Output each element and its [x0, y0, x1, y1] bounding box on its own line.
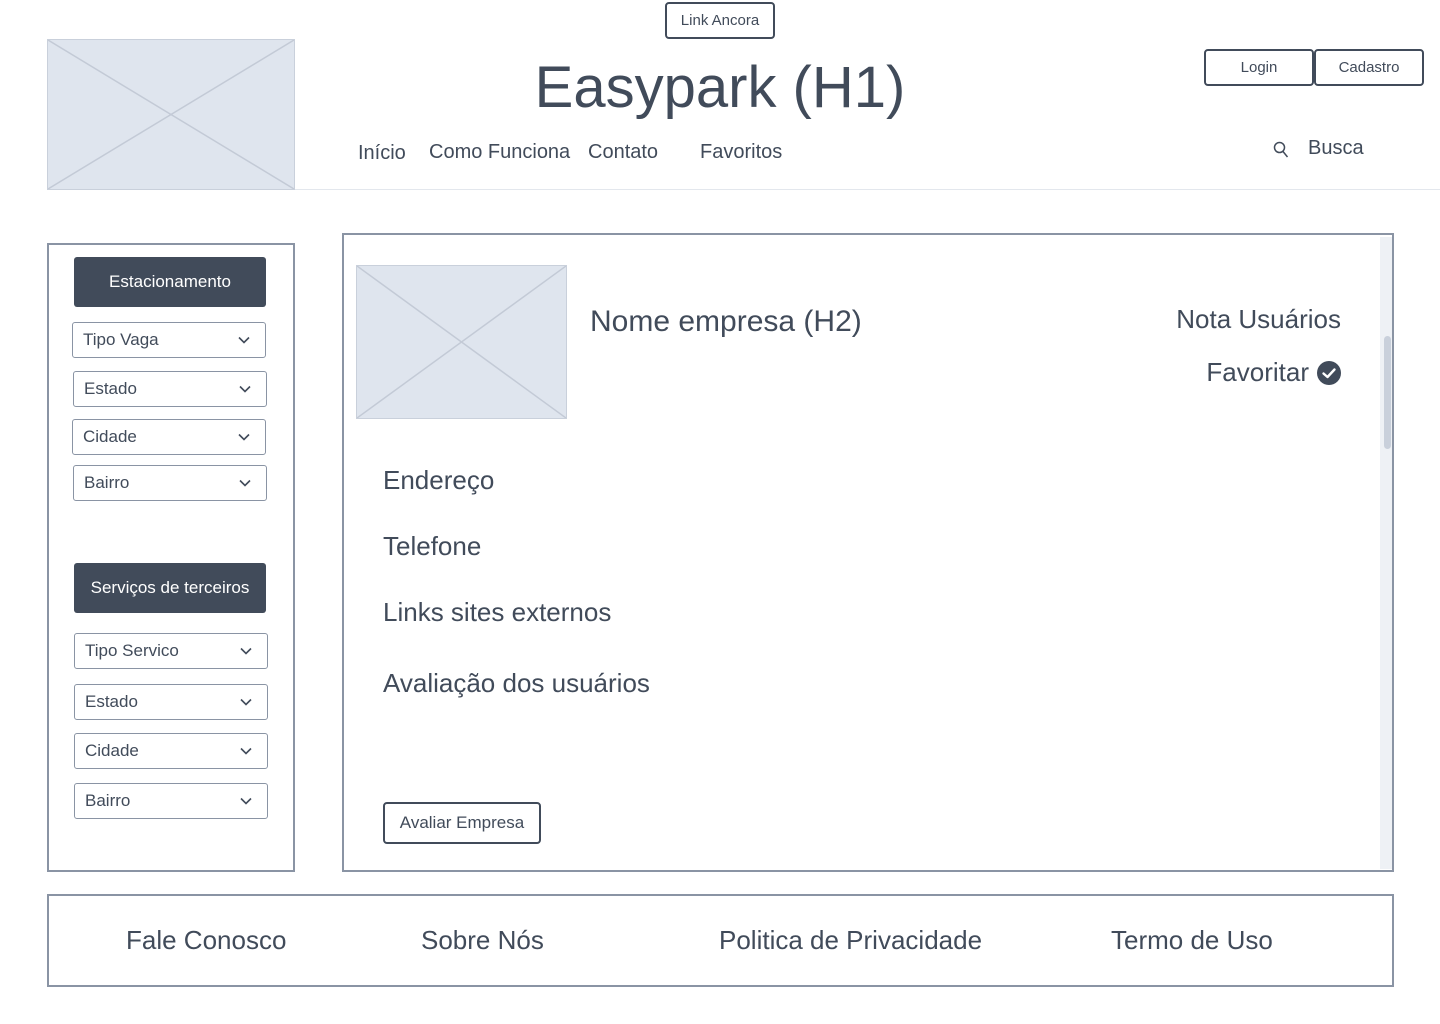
footer-link-privacy[interactable]: Politica de Privacidade: [719, 925, 982, 956]
select-value: Cidade: [85, 741, 139, 760]
chevron-down-icon: [240, 647, 252, 655]
service-state-select[interactable]: Estado: [74, 684, 268, 720]
footer-link-terms[interactable]: Termo de Uso: [1111, 925, 1273, 956]
anchor-link-button[interactable]: Link Ancora: [665, 2, 775, 39]
user-rating-label: Nota Usuários: [1176, 304, 1341, 334]
phone-label: Telefone: [383, 531, 482, 561]
page-title: Easypark (H1): [534, 55, 906, 120]
logo-image-placeholder: [47, 39, 295, 190]
select-value: Bairro: [85, 791, 131, 810]
footer-link-about[interactable]: Sobre Nós: [421, 925, 544, 956]
chevron-down-icon: [238, 336, 250, 344]
rate-company-button[interactable]: Avaliar Empresa: [383, 802, 541, 844]
chevron-down-icon: [240, 747, 252, 755]
select-value: Tipo Vaga: [83, 330, 159, 349]
service-neighborhood-select[interactable]: Bairro: [74, 783, 268, 819]
search-icon[interactable]: [1273, 141, 1289, 159]
favorite-toggle[interactable]: Favoritar: [1206, 357, 1341, 388]
company-name-heading: Nome empresa (H2): [590, 305, 862, 338]
parking-neighborhood-select[interactable]: Bairro: [73, 465, 267, 501]
chevron-down-icon: [239, 385, 251, 393]
company-image-placeholder: [356, 265, 567, 419]
service-city-select[interactable]: Cidade: [74, 733, 268, 769]
external-links-label[interactable]: Links sites externos: [383, 597, 611, 628]
services-section-heading[interactable]: Serviços de terceiros: [74, 563, 266, 613]
parking-state-select[interactable]: Estado: [73, 371, 267, 407]
parking-type-select[interactable]: Tipo Vaga: [72, 322, 266, 358]
login-button[interactable]: Login: [1204, 49, 1314, 86]
select-value: Cidade: [83, 427, 137, 446]
header-divider: [295, 189, 1440, 190]
search-label[interactable]: Busca: [1308, 137, 1364, 160]
parking-city-select[interactable]: Cidade: [72, 419, 266, 455]
chevron-down-icon: [240, 698, 252, 706]
service-type-select[interactable]: Tipo Servico: [74, 633, 268, 669]
nav-item-inicio[interactable]: Início: [358, 142, 406, 165]
select-value: Estado: [85, 692, 138, 711]
chevron-down-icon: [239, 479, 251, 487]
nav-item-contato[interactable]: Contato: [588, 141, 658, 164]
check-circle-icon: [1317, 360, 1341, 385]
nav-item-como-funciona[interactable]: Como Funciona: [429, 141, 570, 164]
nav-item-favoritos[interactable]: Favoritos: [700, 141, 782, 164]
chevron-down-icon: [238, 433, 250, 441]
scrollbar-thumb[interactable]: [1384, 336, 1391, 449]
parking-section-heading[interactable]: Estacionamento: [74, 257, 266, 307]
select-value: Estado: [84, 379, 137, 398]
chevron-down-icon: [240, 797, 252, 805]
scrollbar-track[interactable]: [1380, 237, 1392, 869]
favorite-label: Favoritar: [1206, 357, 1309, 387]
address-label: Endereço: [383, 465, 495, 495]
select-value: Tipo Servico: [85, 641, 179, 660]
footer-link-contact[interactable]: Fale Conosco: [126, 925, 286, 956]
signup-button[interactable]: Cadastro: [1314, 49, 1424, 86]
user-reviews-label: Avaliação dos usuários: [383, 668, 650, 698]
select-value: Bairro: [84, 473, 130, 492]
